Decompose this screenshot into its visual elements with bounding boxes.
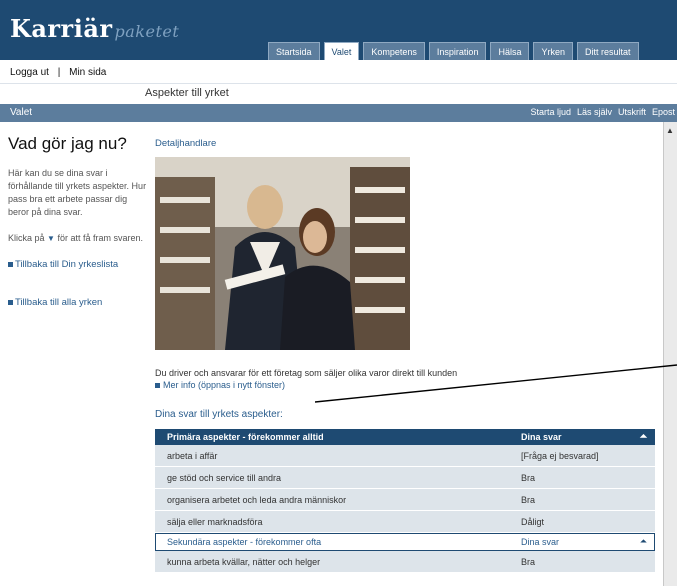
top-header: Karriär paketet Startsida Valet Kompetens… — [0, 0, 677, 60]
section-tools: Starta ljud Läs själv Utskrift Epost — [530, 107, 675, 117]
answer-cell: Bra — [521, 557, 536, 567]
aspect-cell: ge stöd och service till andra — [167, 473, 282, 483]
help-heading: Vad gör jag nu? — [8, 134, 127, 153]
collapse-up-icon[interactable]: ⏶ — [640, 536, 647, 547]
user-bar: Logga ut | Min sida — [0, 60, 677, 84]
annotation-pointer-line — [315, 364, 677, 403]
secondary-answer-header: Dina svar — [521, 537, 560, 547]
logo[interactable]: Karriär paketet — [10, 14, 179, 43]
square-bullet-icon — [155, 383, 160, 389]
section-name: Valet — [10, 107, 33, 118]
back-to-all-link[interactable]: Tillbaka till alla yrken — [8, 297, 148, 308]
tab-ditt-resultat[interactable]: Ditt resultat — [576, 42, 639, 60]
hint-before: Klicka på — [8, 233, 45, 243]
aspects-table: Primära aspekter - förekommer alltid Din… — [155, 429, 655, 573]
scroll-up-icon[interactable]: ▲ — [666, 126, 674, 135]
read-self-link[interactable]: Läs själv — [577, 107, 612, 117]
more-info-link[interactable]: Mer info (öppnas i nytt fönster) — [155, 380, 285, 390]
start-audio-link[interactable]: Starta ljud — [530, 107, 571, 117]
tab-startsida[interactable]: Startsida — [268, 42, 320, 60]
main-tabs: Startsida Valet Kompetens Inspiration Hä… — [268, 42, 639, 60]
user-links: Logga ut | Min sida — [10, 67, 112, 78]
answer-cell: [Fråga ej besvarad] — [521, 451, 599, 461]
collapse-up-icon[interactable]: ⏶ — [640, 431, 647, 442]
answer-cell: Bra — [521, 473, 536, 483]
logout-link[interactable]: Logga ut — [10, 67, 49, 78]
separator: | — [57, 67, 61, 78]
primary-aspects-header[interactable]: Primära aspekter - förekommer alltid Din… — [155, 429, 655, 445]
occupation-title: Detaljhandlare — [155, 138, 217, 149]
email-link[interactable]: Epost — [652, 107, 675, 117]
square-bullet-icon — [8, 299, 13, 305]
secondary-aspects-header[interactable]: Sekundära aspekter - förekommer ofta Din… — [155, 533, 655, 551]
aspects-title: Dina svar till yrkets aspekter: — [155, 409, 283, 420]
square-bullet-icon — [8, 261, 13, 267]
tab-kompetens[interactable]: Kompetens — [363, 42, 425, 60]
more-info-label: Mer info (öppnas i nytt fönster) — [163, 380, 286, 390]
help-hint: Klicka på ▼ för att få fram svaren. — [8, 232, 148, 245]
table-row: organisera arbetet och leda andra männis… — [155, 489, 655, 511]
print-link[interactable]: Utskrift — [618, 107, 646, 117]
answer-cell: Dåligt — [521, 517, 545, 527]
occupation-photo — [155, 157, 410, 350]
answer-cell: Bra — [521, 495, 536, 505]
secondary-aspects-title: Sekundära aspekter - förekommer ofta — [167, 537, 322, 547]
logo-main: Karriär — [10, 14, 113, 43]
table-row: sälja eller marknadsföra Dåligt — [155, 511, 655, 533]
primary-answer-header: Dina svar — [521, 432, 562, 442]
my-page-link[interactable]: Min sida — [69, 67, 106, 78]
left-column: Vad gör jag nu? Här kan du se dina svar … — [8, 134, 148, 335]
hint-after: för att få fram svaren. — [57, 233, 144, 243]
down-triangle-icon: ▼ — [47, 234, 55, 243]
table-row: ge stöd och service till andra Bra — [155, 467, 655, 489]
section-bar: Valet Starta ljud Läs själv Utskrift Epo… — [0, 104, 677, 122]
tab-halsa[interactable]: Hälsa — [490, 42, 530, 60]
tab-inspiration[interactable]: Inspiration — [428, 42, 487, 60]
back-to-all-label: Tillbaka till alla yrken — [15, 297, 103, 308]
table-row: arbeta i affär [Fråga ej besvarad] — [155, 445, 655, 467]
page-subtitle: Aspekter till yrket — [145, 87, 229, 99]
logo-suffix: paketet — [114, 22, 180, 41]
tab-yrken[interactable]: Yrken — [533, 42, 573, 60]
back-to-list-link[interactable]: Tillbaka till Din yrkeslista — [8, 259, 148, 270]
help-intro: Här kan du se dina svar i förhållande ti… — [8, 168, 147, 217]
back-to-list-label: Tillbaka till Din yrkeslista — [15, 259, 119, 270]
shop-photo — [155, 157, 410, 350]
aspect-cell: kunna arbeta kvällar, nätter och helger — [167, 557, 321, 567]
vertical-scrollbar[interactable]: ▲ — [663, 122, 677, 586]
primary-aspects-title: Primära aspekter - förekommer alltid — [167, 432, 324, 442]
aspect-cell: organisera arbetet och leda andra männis… — [167, 495, 347, 505]
aspect-cell: sälja eller marknadsföra — [167, 517, 263, 527]
aspect-cell: arbeta i affär — [167, 451, 218, 461]
table-row: kunna arbeta kvällar, nätter och helger … — [155, 551, 655, 573]
tab-valet[interactable]: Valet — [323, 42, 360, 60]
